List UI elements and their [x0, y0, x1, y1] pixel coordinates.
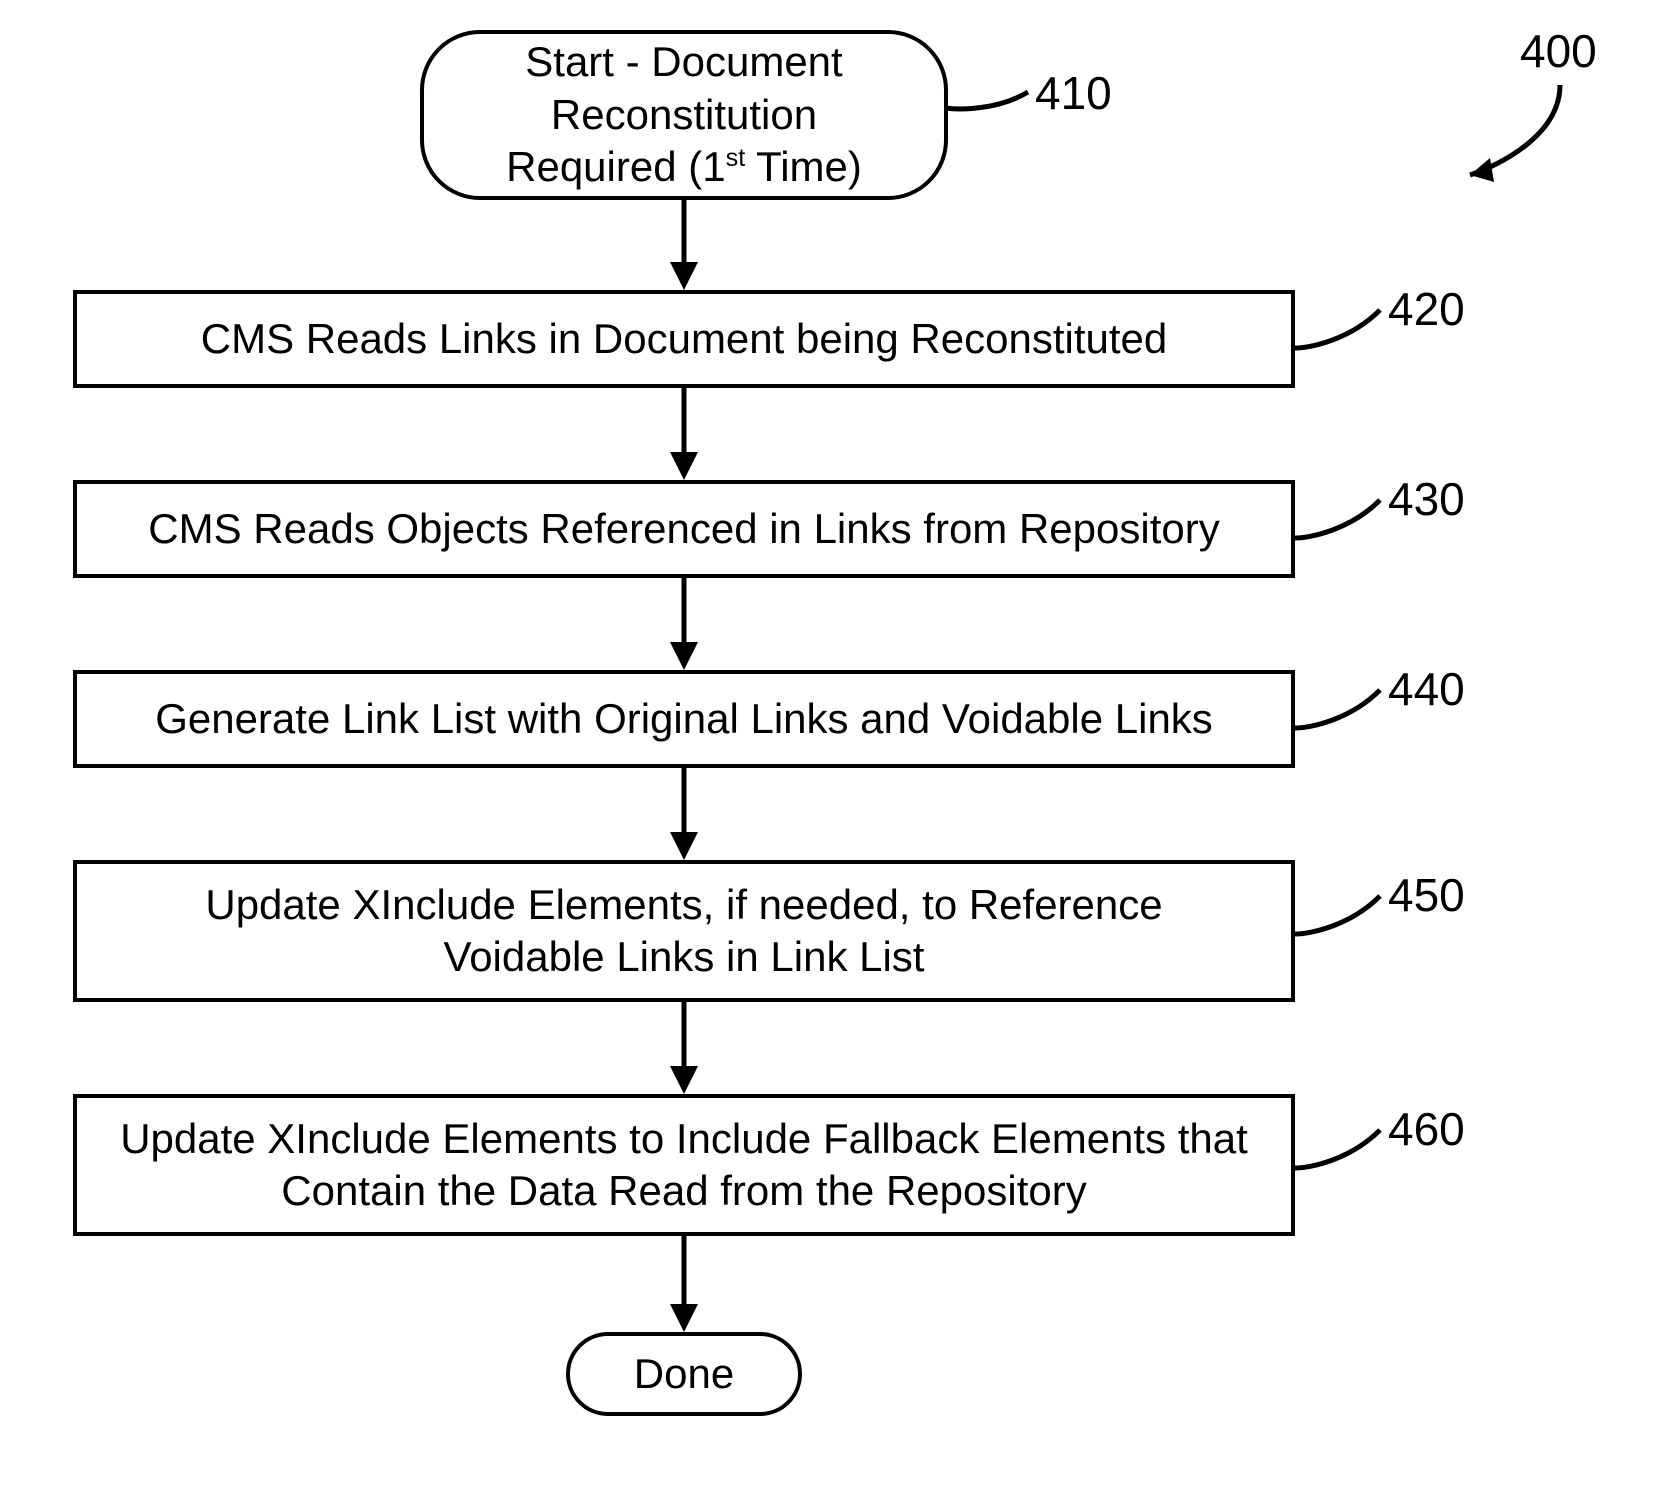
ref-450: 450 — [1388, 868, 1465, 922]
ref-440: 440 — [1388, 662, 1465, 716]
process-460-text: Update XInclude Elements to Include Fall… — [82, 1107, 1286, 1224]
start-line3: Required (1st Time) — [506, 143, 862, 190]
process-460: Update XInclude Elements to Include Fall… — [73, 1094, 1295, 1236]
process-440-text: Generate Link List with Original Links a… — [143, 687, 1225, 752]
ref-430: 430 — [1388, 472, 1465, 526]
process-420: CMS Reads Links in Document being Recons… — [73, 290, 1295, 388]
process-420-text: CMS Reads Links in Document being Recons… — [189, 307, 1180, 372]
start-line1: Start - Document — [525, 38, 842, 85]
start-line2: Reconstitution — [551, 91, 817, 138]
process-430-text: CMS Reads Objects Referenced in Links fr… — [136, 497, 1231, 562]
process-450: Update XInclude Elements, if needed, to … — [73, 860, 1295, 1002]
terminator-start: Start - Document Reconstitution Required… — [420, 30, 948, 200]
terminator-done-text: Done — [622, 1342, 746, 1407]
ref-460: 460 — [1388, 1102, 1465, 1156]
process-450-text: Update XInclude Elements, if needed, to … — [132, 873, 1236, 990]
ref-420: 420 — [1388, 282, 1465, 336]
flowchart-canvas: 400 Start - Document Reconstitution Requ… — [0, 0, 1673, 1508]
terminator-start-text: Start - Document Reconstitution Required… — [494, 30, 874, 200]
ref-410: 410 — [1035, 66, 1112, 120]
process-440: Generate Link List with Original Links a… — [73, 670, 1295, 768]
terminator-done: Done — [566, 1332, 802, 1416]
process-430: CMS Reads Objects Referenced in Links fr… — [73, 480, 1295, 578]
figure-reference-400: 400 — [1520, 24, 1597, 78]
